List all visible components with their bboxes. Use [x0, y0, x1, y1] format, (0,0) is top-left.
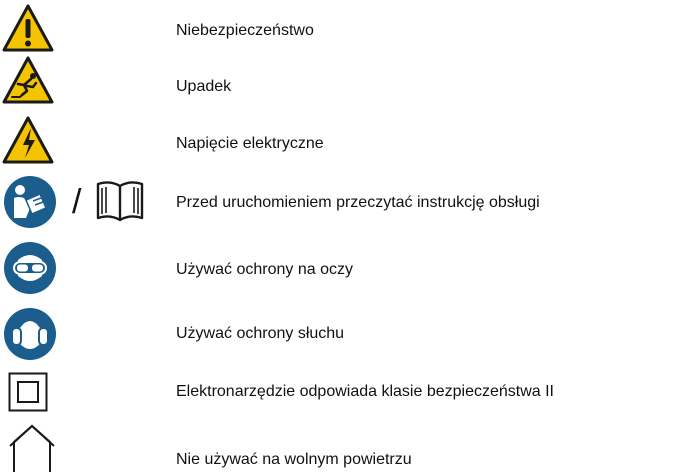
warning-falling-icon: [0, 54, 56, 106]
open-book-icon: [92, 178, 148, 224]
symbol-row-indoor: Nie używać na wolnym powietrzu: [0, 420, 688, 472]
eye-protection-icon: [0, 240, 60, 296]
symbol-row-danger: Niebezpieczeństwo: [0, 2, 688, 54]
read-manual-icon: [0, 174, 60, 230]
symbol-row-ear: Używać ochrony słuchu: [0, 306, 688, 360]
symbol-row-class-ii: Elektronarzędzie odpowiada klasie bezpie…: [0, 370, 688, 422]
symbol-row-eye: Używać ochrony na oczy: [0, 240, 688, 294]
symbol-label: Używać ochrony na oczy: [176, 261, 353, 278]
warning-exclamation-icon: [0, 2, 56, 54]
protection-class-ii-icon: [8, 372, 48, 412]
symbol-label: Elektronarzędzie odpowiada klasie bezpie…: [176, 383, 554, 400]
symbol-row-fall: Upadek: [0, 54, 688, 106]
warning-electric-icon: [0, 114, 56, 166]
symbol-row-electric: Napięcie elektryczne: [0, 114, 688, 166]
symbol-label: Przed uruchomieniem przeczytać instrukcj…: [176, 194, 540, 211]
ear-protection-icon: [0, 306, 60, 362]
symbol-label: Napięcie elektryczne: [176, 135, 324, 152]
symbol-label: Upadek: [176, 78, 232, 95]
symbol-separator: /: [72, 183, 82, 221]
symbol-label: Nie używać na wolnym powietrzu: [176, 451, 412, 468]
symbol-label: Niebezpieczeństwo: [176, 22, 314, 39]
indoor-use-only-icon: [8, 422, 56, 472]
symbol-label: Używać ochrony słuchu: [176, 325, 345, 342]
symbol-row-manual: / Przed uruchomieniem przeczytać instruk…: [0, 174, 688, 228]
